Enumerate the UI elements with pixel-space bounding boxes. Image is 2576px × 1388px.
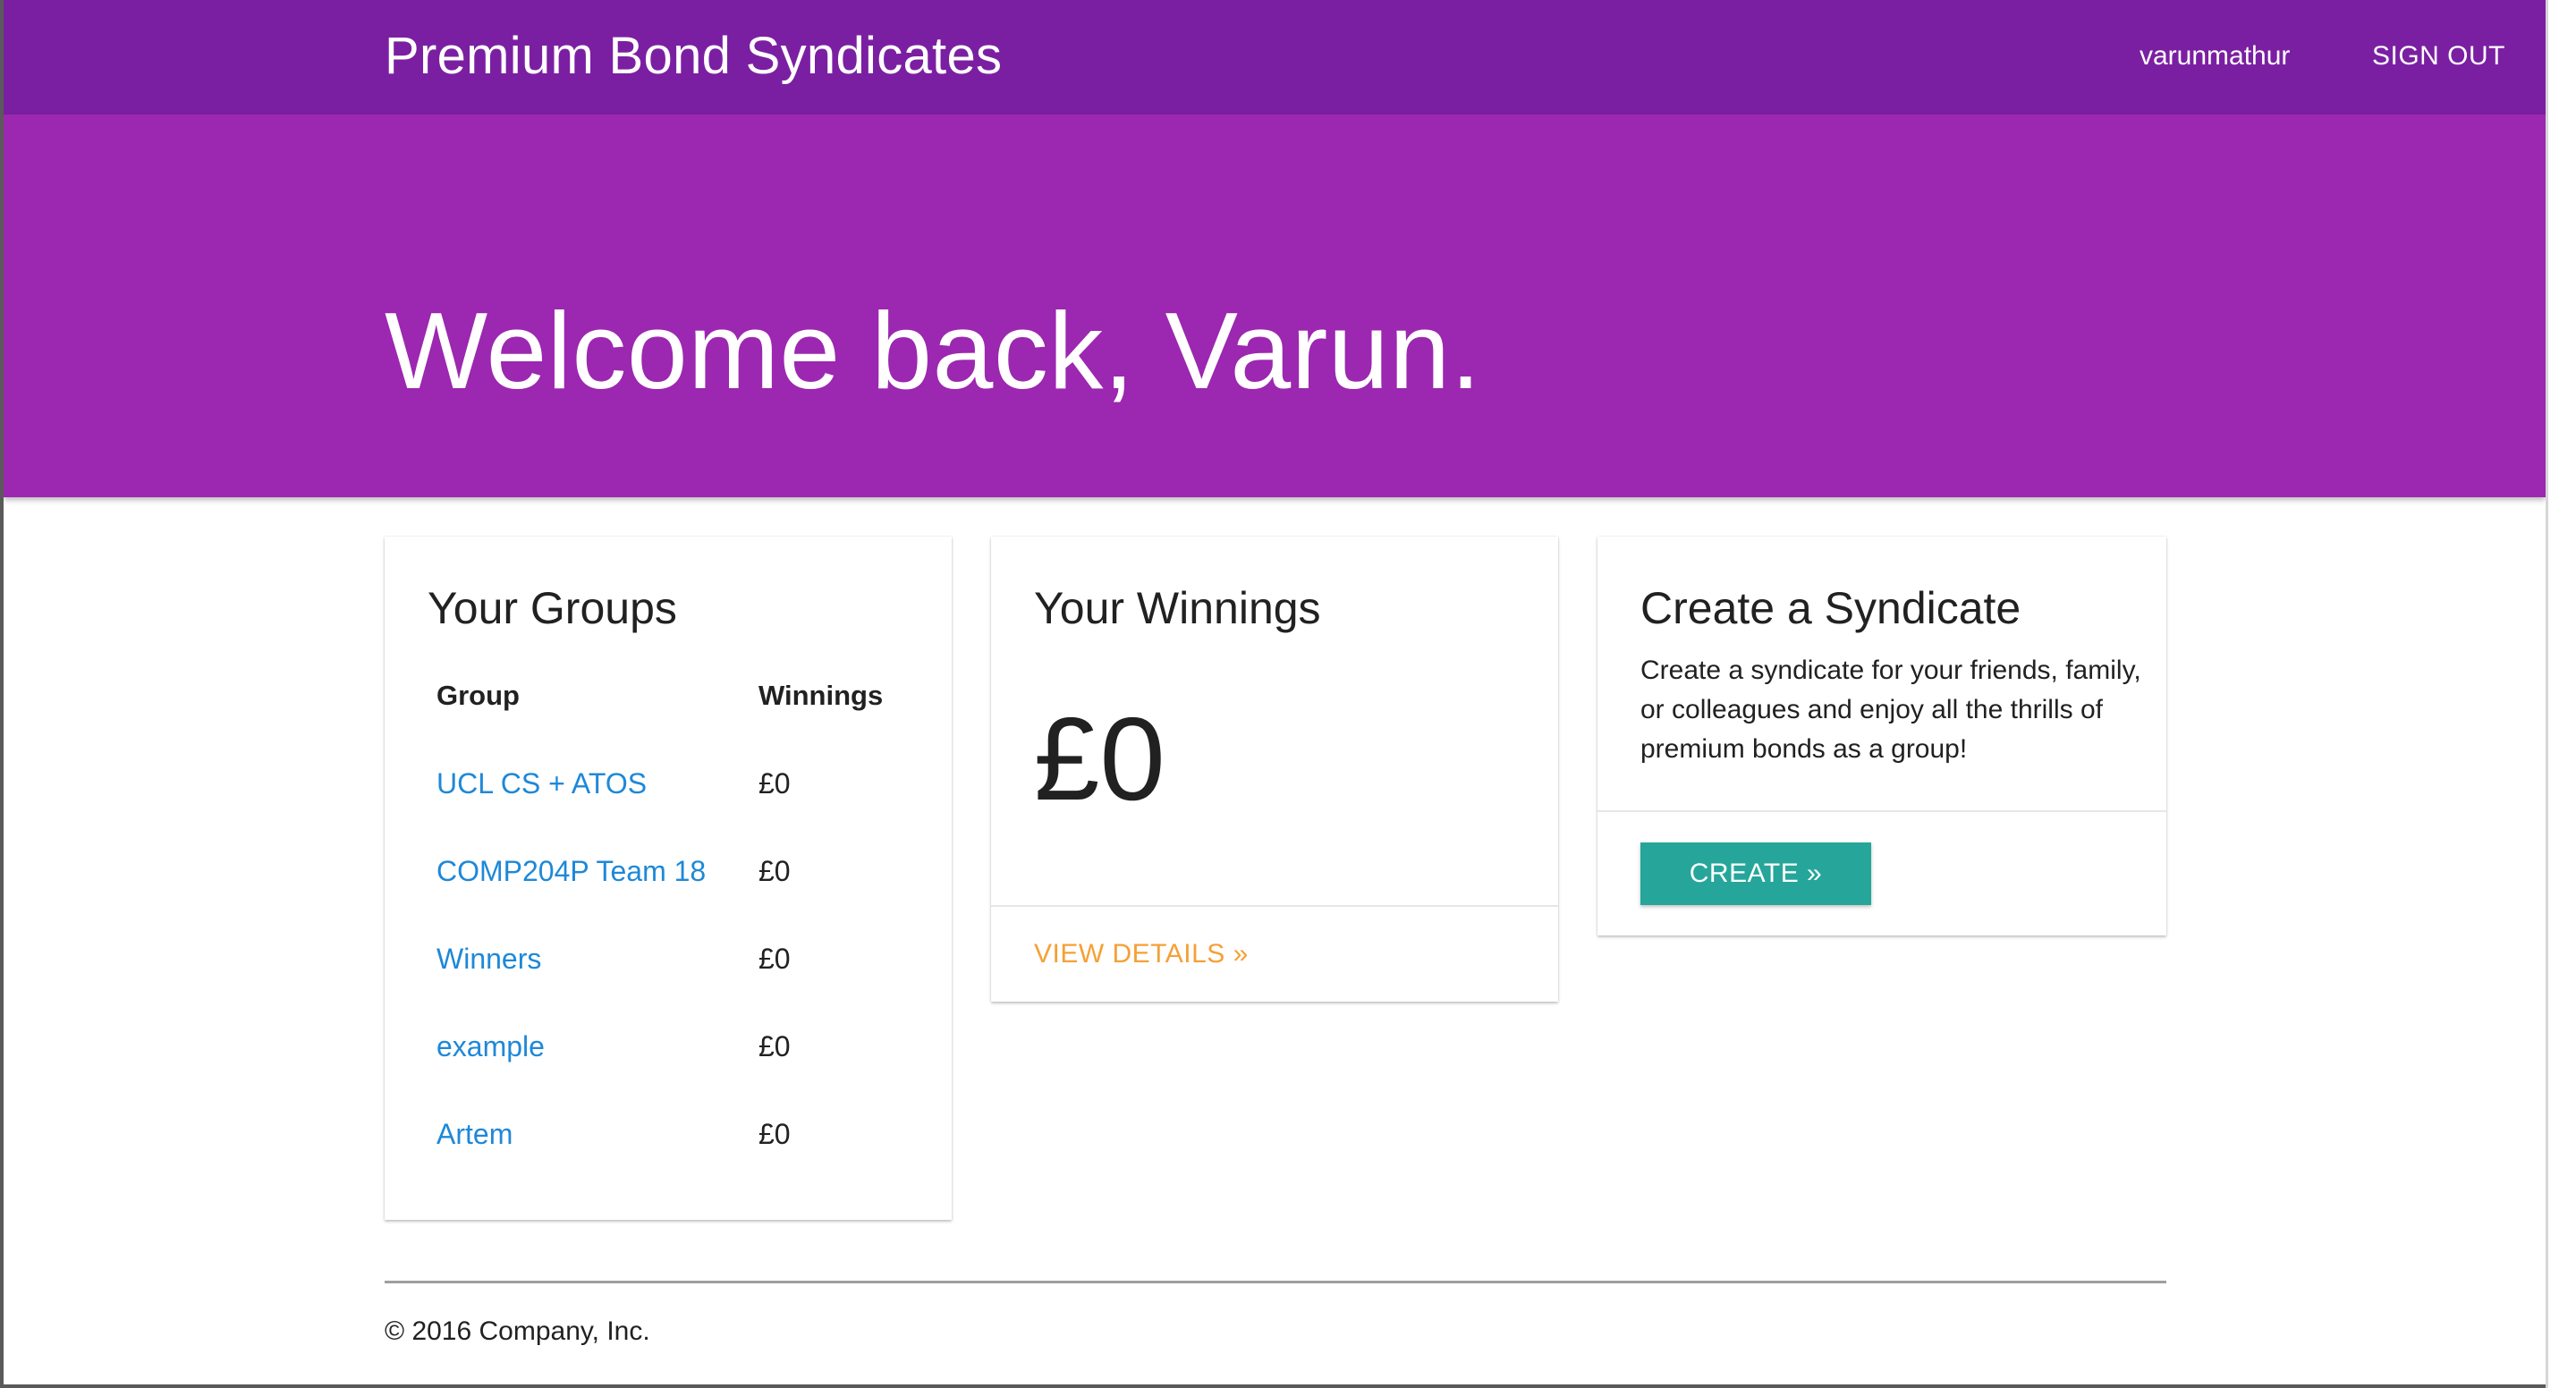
group-link[interactable]: UCL CS + ATOS — [436, 766, 647, 801]
group-link[interactable]: COMP204P Team 18 — [436, 853, 706, 889]
window-frame-bottom — [0, 1384, 2546, 1388]
group-winnings-value: £0 — [758, 855, 791, 887]
hero-banner: Welcome back, Varun. — [4, 114, 2546, 497]
winnings-card-title: Your Winnings — [1034, 583, 1321, 633]
footer-divider — [385, 1281, 2166, 1283]
create-button[interactable]: CREATE » — [1640, 842, 1871, 905]
brand-title[interactable]: Premium Bond Syndicates — [385, 25, 1002, 88]
groups-card: Your Groups Group Winnings UCL CS + ATOS… — [385, 537, 952, 1220]
group-link[interactable]: example — [436, 1028, 545, 1064]
card-divider — [991, 905, 1558, 907]
group-winnings-value: £0 — [758, 1030, 791, 1062]
welcome-heading: Welcome back, Varun. — [385, 290, 1482, 411]
total-winnings-amount: £0 — [1034, 693, 1165, 825]
sign-out-button[interactable]: SIGN OUT — [2372, 39, 2505, 73]
groups-table-header-winnings: Winnings — [758, 680, 884, 711]
groups-card-title: Your Groups — [428, 583, 677, 633]
window-scrollbar-track[interactable] — [2546, 0, 2576, 1388]
view-details-link[interactable]: VIEW DETAILS » — [1034, 937, 1249, 971]
group-link[interactable]: Artem — [436, 1116, 513, 1152]
page: Premium Bond Syndicates varunmathur SIGN… — [4, 0, 2546, 1384]
navbar: Premium Bond Syndicates varunmathur SIGN… — [4, 0, 2546, 114]
username-link[interactable]: varunmathur — [2140, 39, 2290, 73]
group-winnings-value: £0 — [758, 1118, 791, 1150]
footer-copyright: © 2016 Company, Inc. — [385, 1316, 650, 1346]
winnings-card: Your Winnings £0 VIEW DETAILS » — [991, 537, 1558, 1002]
group-link[interactable]: Winners — [436, 941, 541, 977]
create-card-description: Create a syndicate for your friends, fam… — [1640, 656, 2141, 764]
groups-table-header-group: Group — [436, 680, 520, 711]
card-divider — [1597, 810, 2166, 812]
group-winnings-value: £0 — [758, 767, 791, 800]
create-card-title: Create a Syndicate — [1640, 583, 2021, 633]
create-syndicate-card: Create a Syndicate Create a syndicate fo… — [1597, 537, 2166, 935]
group-winnings-value: £0 — [758, 943, 791, 975]
